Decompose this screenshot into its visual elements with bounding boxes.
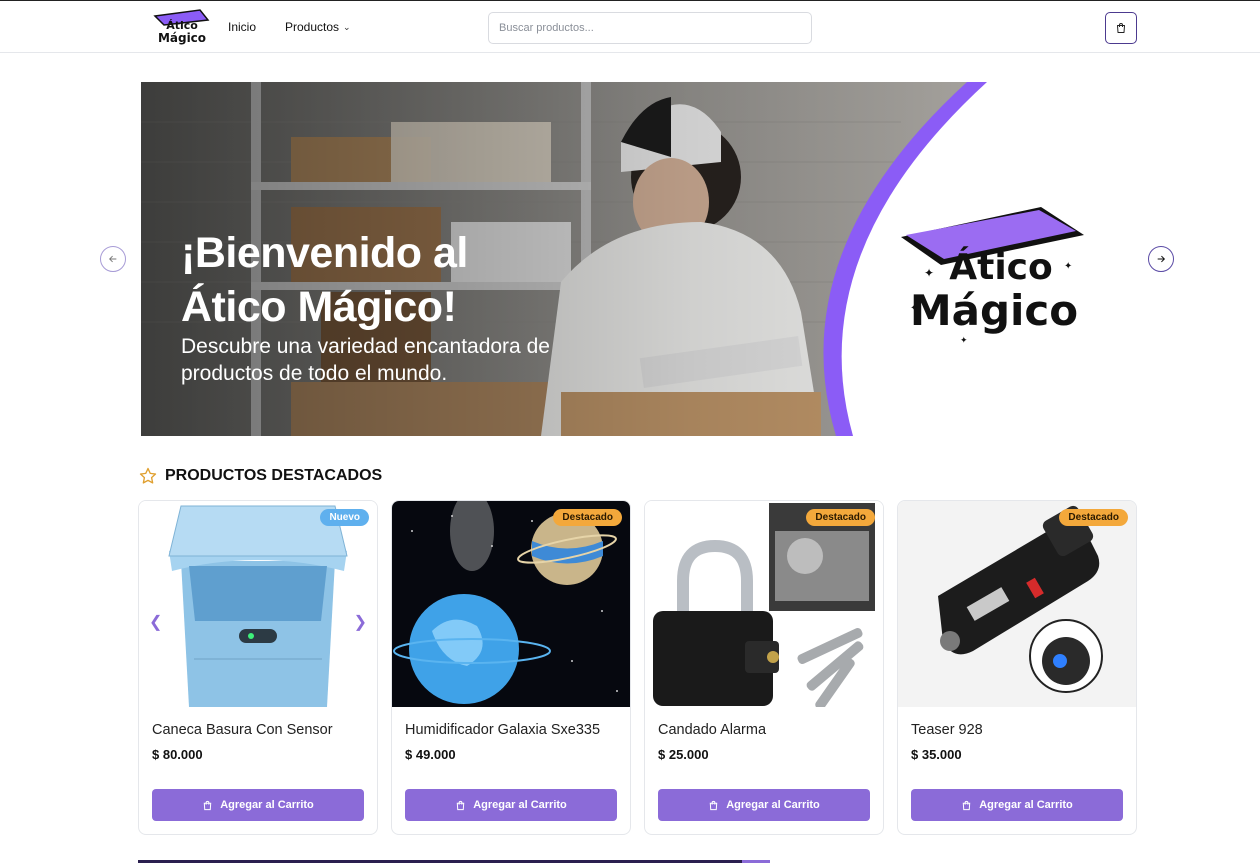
badge-destacado: Destacado (1059, 509, 1128, 526)
add-to-cart-label: Agregar al Carrito (473, 799, 567, 811)
nav-productos[interactable]: Productos ⌄ (285, 20, 351, 34)
nav-inicio[interactable]: Inicio (228, 20, 256, 34)
arrow-left-icon (109, 255, 117, 263)
product-card[interactable]: Destacado Candado Alarma $ 25.000 Agrega… (644, 500, 884, 835)
badge-destacado: Destacado (806, 509, 875, 526)
add-to-cart-button[interactable]: Agregar al Carrito (405, 789, 617, 821)
product-image[interactable] (139, 501, 377, 707)
badge-nuevo: Nuevo (320, 509, 369, 526)
image-next-icon[interactable]: ❯ (354, 612, 367, 632)
star-icon (139, 467, 157, 484)
add-to-cart-label: Agregar al Carrito (726, 799, 820, 811)
hero-title: ¡Bienvenido al Ático Mágico! (181, 229, 468, 331)
hero-subtitle: Descubre una variedad encantadora de pro… (181, 335, 550, 385)
product-image[interactable] (645, 501, 883, 707)
svg-text:✦: ✦ (1064, 261, 1072, 272)
shopping-bag-icon (1117, 23, 1125, 33)
cart-button[interactable] (1105, 12, 1137, 44)
product-card[interactable]: Destacado Teaser 928 $ 35.000 Agregar al… (897, 500, 1137, 835)
hero-atico-magico-logo: Ático Mágico ✦ ✦ ✦ ✦ (901, 207, 1084, 345)
featured-section-title: PRODUCTOS DESTACADOS (139, 467, 382, 485)
product-card[interactable]: ❮ ❯ Nuevo Caneca Basura Con Sensor $ 80.… (138, 500, 378, 835)
hero-next-button[interactable] (1148, 246, 1174, 272)
product-name[interactable]: Humidificador Galaxia Sxe335 (405, 722, 600, 738)
product-name[interactable]: Candado Alarma (658, 722, 766, 738)
site-header: Ático Mágico Inicio Productos ⌄ (0, 0, 1260, 53)
product-price: $ 25.000 (658, 747, 709, 762)
atico-magico-logo[interactable]: Ático Mágico (152, 7, 212, 47)
shopping-bag-icon (962, 800, 971, 810)
shopping-bag-icon (203, 800, 212, 810)
shopping-bag-icon (456, 800, 465, 810)
product-card[interactable]: Destacado Humidificador Galaxia Sxe335 $… (391, 500, 631, 835)
search-input[interactable] (488, 12, 812, 44)
arrow-right-icon (1157, 255, 1166, 263)
product-image[interactable] (898, 501, 1136, 707)
product-price: $ 35.000 (911, 747, 962, 762)
image-prev-icon[interactable]: ❮ (149, 612, 162, 632)
badge-destacado: Destacado (553, 509, 622, 526)
shopping-bag-icon (709, 800, 718, 810)
add-to-cart-label: Agregar al Carrito (220, 799, 314, 811)
nav-productos-label: Productos (285, 20, 340, 34)
hero-logo-line2: Mágico (910, 286, 1078, 335)
add-to-cart-label: Agregar al Carrito (979, 799, 1073, 811)
chevron-down-icon: ⌄ (343, 22, 351, 32)
hero-prev-button[interactable] (100, 246, 126, 272)
svg-text:✦: ✦ (960, 335, 968, 345)
logo-text-line2: Mágico (158, 31, 206, 45)
product-name[interactable]: Teaser 928 (911, 722, 983, 738)
hero-banner: ¡Bienvenido al Ático Mágico! Descubre un… (141, 82, 1137, 436)
product-price: $ 49.000 (405, 747, 456, 762)
add-to-cart-button[interactable]: Agregar al Carrito (658, 789, 870, 821)
product-name[interactable]: Caneca Basura Con Sensor (152, 722, 333, 738)
featured-title-text: PRODUCTOS DESTACADOS (165, 467, 383, 484)
svg-text:✦: ✦ (924, 266, 934, 280)
product-image[interactable] (392, 501, 630, 707)
add-to-cart-button[interactable]: Agregar al Carrito (911, 789, 1123, 821)
hero-logo-line1: Ático (949, 246, 1052, 288)
svg-text:✦: ✦ (910, 303, 918, 314)
product-price: $ 80.000 (152, 747, 203, 762)
add-to-cart-button[interactable]: Agregar al Carrito (152, 789, 364, 821)
